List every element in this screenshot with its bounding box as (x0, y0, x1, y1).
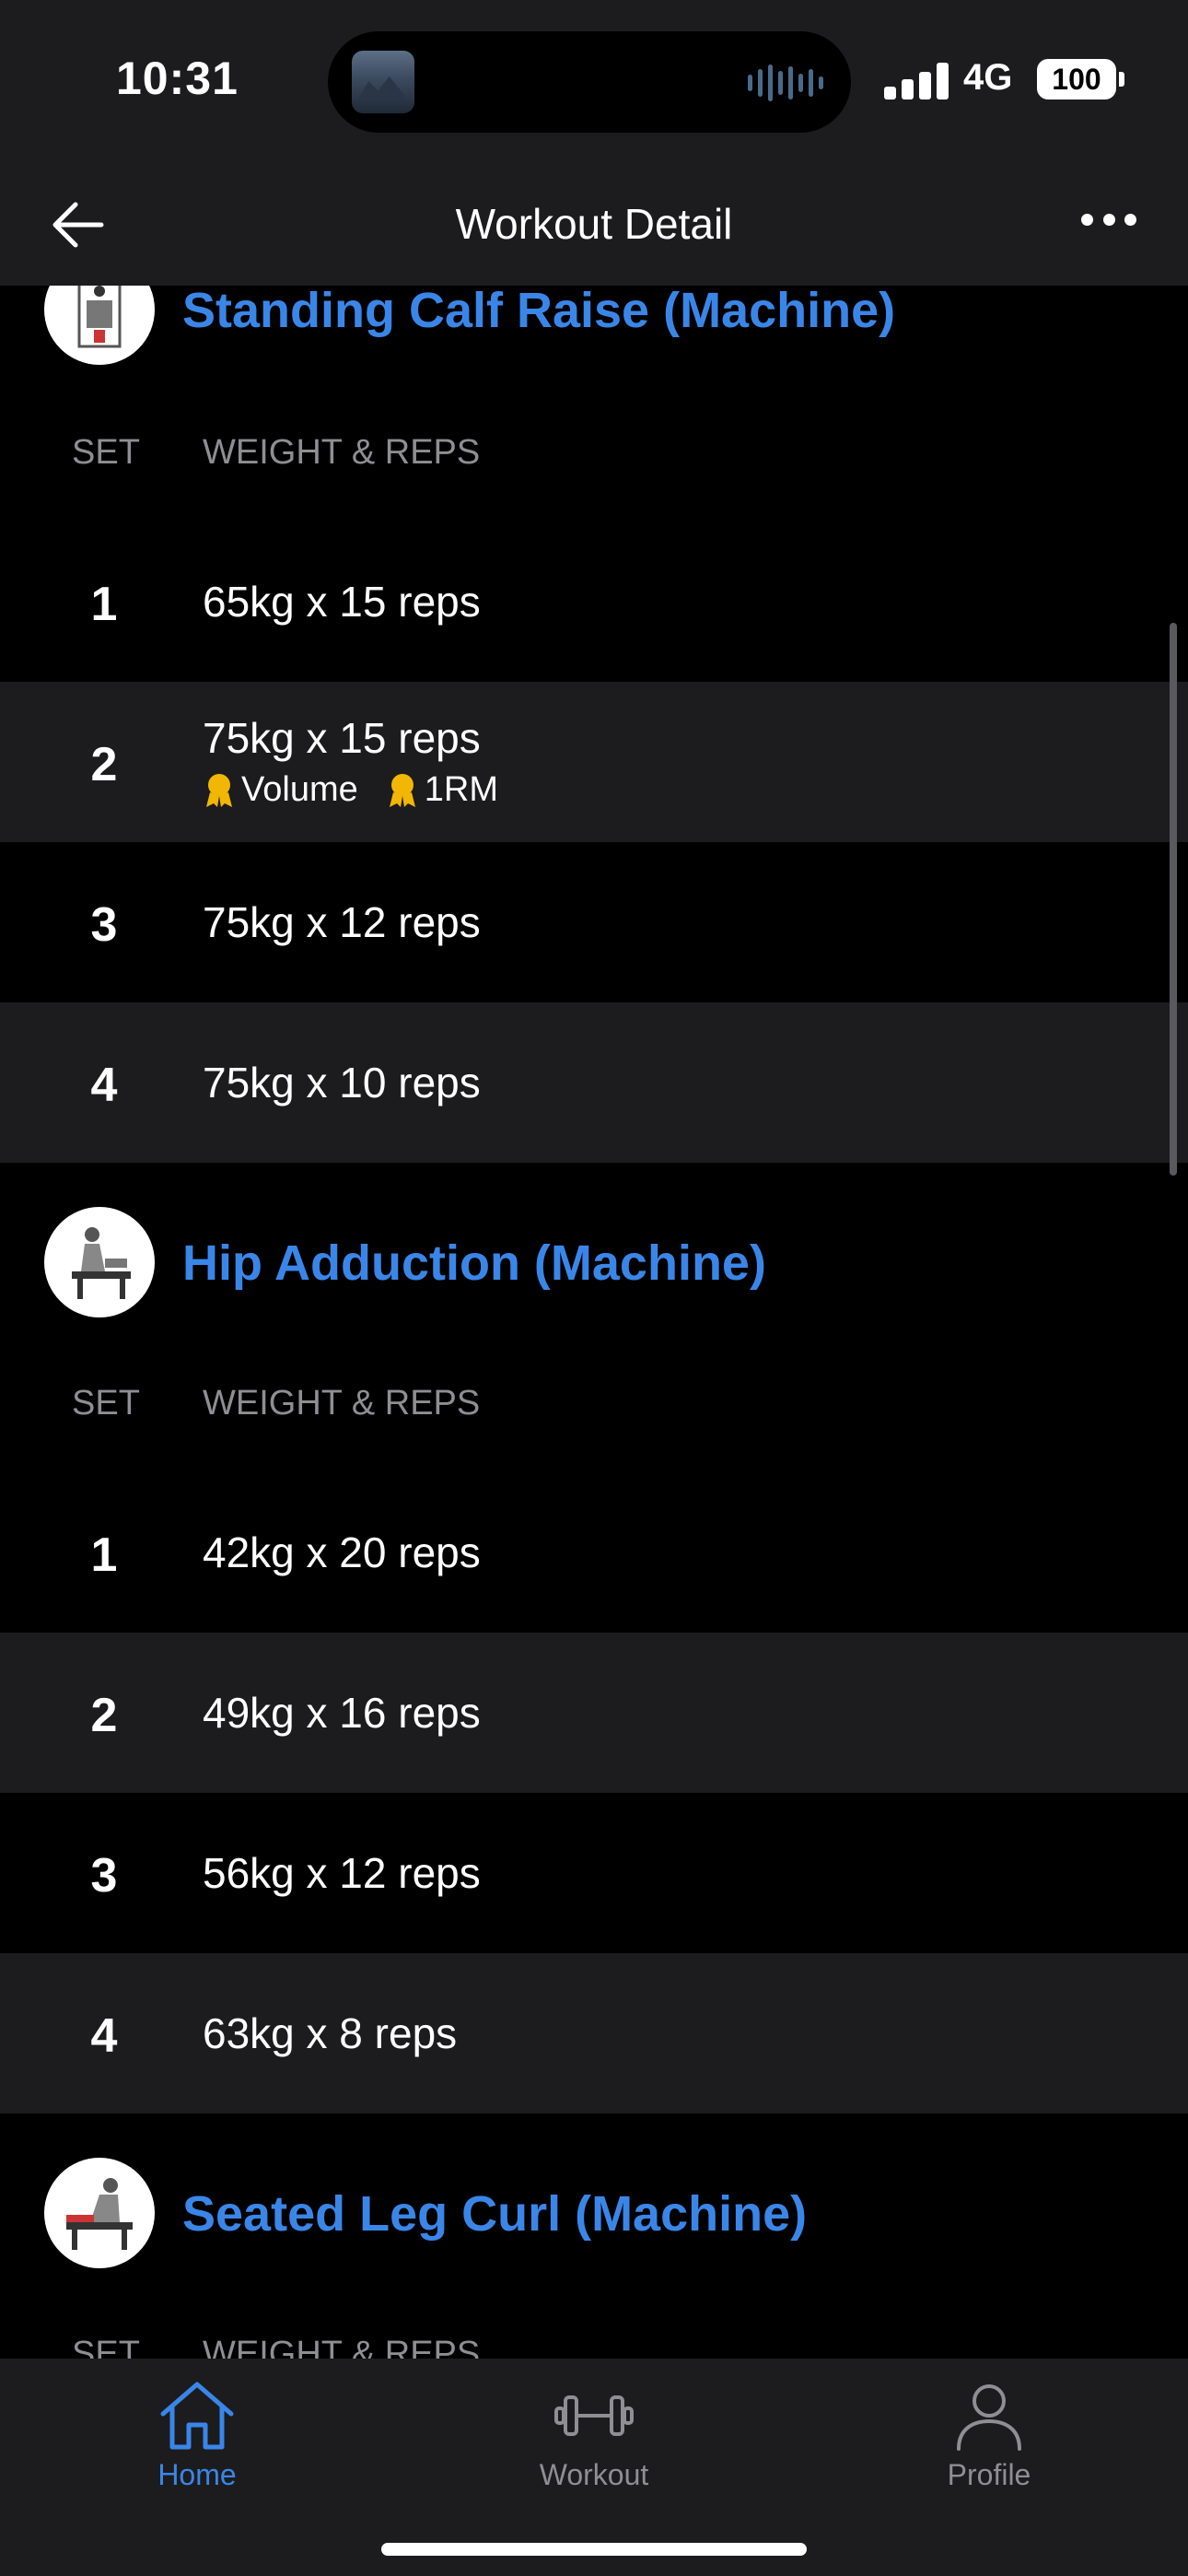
weight-reps-column-label: WEIGHT & REPS (203, 1384, 481, 1423)
medal-icon (206, 773, 232, 807)
set-column-label: SET (72, 433, 140, 472)
tab-label: Profile (947, 2458, 1031, 2491)
exercise-header[interactable]: Seated Leg Curl (Machine) (0, 2158, 1188, 2277)
workout-detail-content: Standing Calf Raise (Machine) SET WEIGHT… (0, 0, 1188, 2576)
set-weight-reps: 49kg x 16 reps (203, 1689, 481, 1737)
scrollbar[interactable] (1170, 623, 1177, 1176)
tab-home[interactable]: Home (87, 2379, 308, 2492)
status-bar: 10:31 4G 100 (0, 0, 1188, 162)
home-indicator[interactable] (381, 2543, 807, 2556)
set-weight-reps: 75kg x 12 reps (203, 898, 481, 946)
nav-header: Workout Detail (0, 162, 1188, 286)
network-type: 4G (963, 57, 1013, 98)
more-options-icon[interactable] (1081, 214, 1136, 232)
volume-badge: Volume (203, 770, 358, 810)
status-time: 10:31 (116, 53, 239, 104)
tab-label: Workout (539, 2458, 649, 2491)
set-number: 1 (90, 578, 118, 631)
set-weight-reps: 65kg x 15 reps (203, 578, 481, 626)
medal-icon (389, 773, 415, 807)
record-badges: Volume 1RM (203, 770, 498, 810)
exercise-name[interactable]: Standing Calf Raise (Machine) (182, 282, 895, 339)
exercise-name[interactable]: Seated Leg Curl (Machine) (182, 2185, 807, 2242)
set-row: 2 75kg x 15 reps Volume 1RM (0, 682, 1188, 842)
set-weight-reps: 75kg x 10 reps (203, 1059, 481, 1107)
set-row: 1 65kg x 15 reps (0, 521, 1188, 682)
set-row: 4 63kg x 8 reps (0, 1953, 1188, 2113)
set-weight-reps: 63kg x 8 reps (203, 2009, 458, 2057)
profile-icon (957, 2384, 1021, 2451)
set-row: 4 75kg x 10 reps (0, 1002, 1188, 1163)
set-number: 3 (90, 898, 118, 952)
exercise-header[interactable]: Hip Adduction (Machine) (0, 1207, 1188, 1327)
page-title: Workout Detail (455, 200, 733, 248)
badge-label: Volume (241, 770, 358, 809)
weight-reps-column-label: WEIGHT & REPS (203, 433, 481, 472)
column-header: SET WEIGHT & REPS (0, 433, 1188, 488)
tab-profile[interactable]: Profile (879, 2379, 1100, 2492)
audio-waveform-icon (748, 64, 823, 101)
set-number: 4 (90, 2009, 118, 2063)
top-bar: 10:31 4G 100 Workout Detail (0, 0, 1188, 286)
set-number: 2 (90, 738, 118, 791)
exercise-thumbnail (44, 1207, 155, 1317)
set-weight-reps: 75kg x 15 reps (203, 714, 481, 762)
tab-workout[interactable]: Workout (483, 2379, 705, 2492)
tab-label: Home (157, 2458, 237, 2491)
set-row: 1 42kg x 20 reps (0, 1472, 1188, 1633)
cellular-signal-icon (884, 63, 949, 100)
set-weight-reps: 56kg x 12 reps (203, 1849, 481, 1897)
dynamic-island[interactable] (328, 31, 851, 133)
battery-level: 100 (1052, 63, 1101, 96)
1rm-badge: 1RM (386, 770, 498, 810)
set-number: 1 (90, 1528, 118, 1582)
badge-label: 1RM (424, 770, 498, 809)
set-column-label: SET (72, 1384, 140, 1423)
dumbbell-icon (554, 2395, 634, 2436)
battery-icon: 100 (1037, 59, 1116, 100)
exercise-name[interactable]: Hip Adduction (Machine) (182, 1235, 766, 1292)
battery-tip (1119, 72, 1124, 87)
home-icon (160, 2382, 234, 2450)
set-row: 2 49kg x 16 reps (0, 1633, 1188, 1793)
now-playing-artwork-icon (352, 51, 414, 113)
exercise-thumbnail (44, 2158, 155, 2268)
set-row: 3 75kg x 12 reps (0, 842, 1188, 1002)
set-number: 4 (90, 1059, 118, 1112)
set-row: 3 56kg x 12 reps (0, 1793, 1188, 1953)
set-number: 3 (90, 1849, 118, 1903)
set-weight-reps: 42kg x 20 reps (203, 1528, 481, 1576)
set-number: 2 (90, 1689, 118, 1742)
column-header: SET WEIGHT & REPS (0, 1384, 1188, 1439)
